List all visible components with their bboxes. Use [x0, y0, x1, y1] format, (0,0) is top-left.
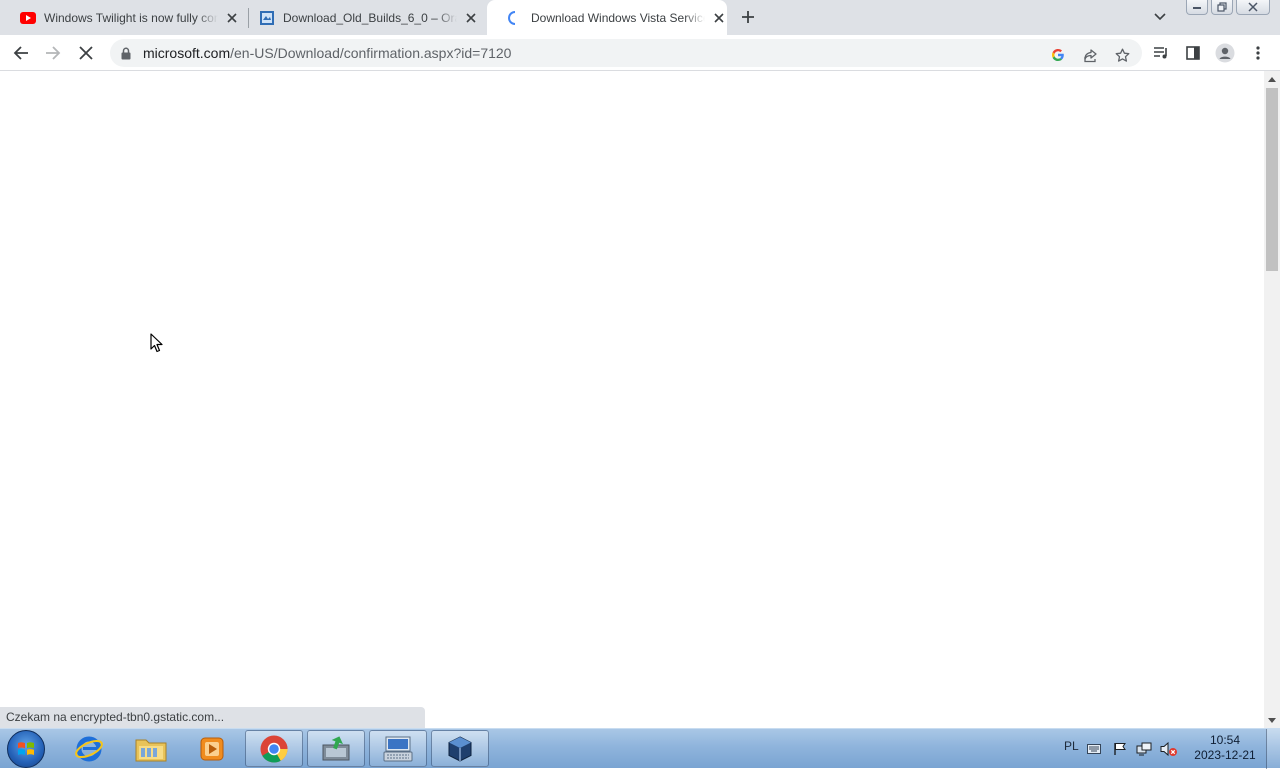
mouse-cursor-icon	[150, 333, 163, 353]
taskbar-virtualbox[interactable]	[431, 730, 489, 767]
internet-explorer-icon	[75, 736, 103, 761]
taskbar-media-player[interactable]	[183, 730, 241, 767]
close-icon	[79, 46, 93, 60]
chrome-icon	[260, 735, 288, 763]
playlist-icon	[1154, 47, 1167, 59]
volume-muted-icon[interactable]	[1160, 741, 1178, 757]
clock-time: 10:54	[1209, 733, 1241, 747]
bookmark-button[interactable]	[1110, 43, 1134, 67]
tab-microsoft-download[interactable]: Download Windows Vista Service Pack	[487, 0, 727, 35]
vertical-scrollbar[interactable]	[1264, 71, 1280, 728]
start-button[interactable]	[7, 730, 45, 768]
chevron-down-icon	[1154, 13, 1166, 21]
tab-title: Download Windows Vista Service Pack	[531, 10, 705, 25]
tab-oracle-wiki[interactable]: Download_Old_Builds_6_0 – Oracle	[239, 0, 486, 35]
keyboard-app-icon	[383, 736, 413, 761]
tab-search-button[interactable]	[1151, 8, 1169, 26]
minimize-button[interactable]	[1186, 0, 1208, 15]
url-host: microsoft.com	[143, 45, 231, 61]
status-bubble: Czekam na encrypted-tbn0.gstatic.com...	[0, 707, 425, 728]
media-controls-button[interactable]	[1150, 42, 1172, 64]
windows-taskbar: PL 10:54 2023-12-21	[0, 728, 1280, 769]
close-tab-icon[interactable]	[711, 10, 727, 26]
scroll-thumb[interactable]	[1266, 88, 1278, 271]
virtualbox-icon	[448, 735, 472, 762]
new-tab-button[interactable]	[737, 6, 759, 28]
youtube-icon	[20, 10, 36, 26]
browser-toolbar: microsoft.com/en-US/Download/confirmatio…	[0, 35, 1280, 71]
share-icon	[1083, 48, 1097, 62]
plus-icon	[742, 11, 754, 23]
page-content	[0, 71, 1264, 728]
file-explorer-icon	[135, 739, 167, 761]
avatar-icon	[1215, 43, 1235, 63]
language-indicator[interactable]: PL	[1064, 739, 1079, 753]
media-player-icon	[200, 737, 224, 760]
installer-icon	[322, 735, 350, 760]
tab-title: Windows Twilight is now fully compatible	[44, 10, 218, 25]
google-translate-button[interactable]	[1046, 43, 1070, 67]
back-button[interactable]	[10, 42, 32, 64]
url-text: microsoft.com/en-US/Download/confirmatio…	[143, 45, 511, 61]
url-path: /en-US/Download/confirmation.aspx?id=712…	[230, 45, 512, 61]
taskbar-chrome[interactable]	[245, 730, 303, 767]
minimize-icon	[1193, 7, 1201, 9]
clock-date: 2023-12-21	[1194, 748, 1256, 762]
show-desktop-button[interactable]	[1266, 729, 1280, 769]
close-window-button[interactable]	[1236, 0, 1270, 15]
profile-button[interactable]	[1214, 42, 1236, 64]
address-bar[interactable]: microsoft.com/en-US/Download/confirmatio…	[110, 39, 1142, 67]
taskbar-file-explorer[interactable]	[122, 730, 180, 767]
google-icon	[1052, 49, 1064, 61]
keyboard-layout-icon[interactable]	[1086, 741, 1102, 757]
network-icon[interactable]	[1136, 741, 1152, 757]
arrow-left-icon	[13, 46, 28, 60]
close-tab-icon[interactable]	[224, 10, 240, 26]
side-panel-button[interactable]	[1182, 42, 1204, 64]
taskbar-keyboard-app[interactable]	[369, 730, 427, 767]
triangle-down-icon	[1268, 717, 1276, 723]
tab-youtube[interactable]: Windows Twilight is now fully compatible	[0, 0, 247, 35]
arrow-right-icon	[46, 46, 61, 60]
menu-button[interactable]	[1247, 42, 1269, 64]
window-controls	[1183, 0, 1270, 18]
system-tray	[1086, 729, 1178, 769]
side-panel-icon	[1186, 46, 1200, 60]
taskbar-internet-explorer[interactable]	[60, 730, 118, 767]
taskbar-installer[interactable]	[307, 730, 365, 767]
close-icon	[1248, 2, 1258, 12]
triangle-up-icon	[1268, 76, 1276, 82]
lock-icon[interactable]	[119, 46, 133, 60]
system-clock[interactable]: 10:54 2023-12-21	[1188, 733, 1262, 763]
tab-title: Download_Old_Builds_6_0 – Oracle	[283, 10, 457, 25]
loading-spinner-icon	[507, 10, 523, 26]
close-tab-icon[interactable]	[463, 10, 479, 26]
tab-strip: Windows Twilight is now fully compatible…	[0, 0, 1280, 35]
restore-button[interactable]	[1211, 0, 1233, 15]
action-center-flag-icon[interactable]	[1112, 741, 1128, 757]
stop-loading-button[interactable]	[75, 42, 97, 64]
kebab-menu-icon	[1256, 46, 1260, 60]
star-icon	[1115, 48, 1129, 62]
wiki-page-icon	[259, 10, 275, 26]
restore-icon	[1217, 2, 1227, 12]
windows-logo-icon	[18, 742, 34, 755]
scroll-up-button[interactable]	[1264, 71, 1280, 87]
scroll-down-button[interactable]	[1264, 712, 1280, 728]
share-button[interactable]	[1078, 43, 1102, 67]
forward-button[interactable]	[42, 42, 64, 64]
